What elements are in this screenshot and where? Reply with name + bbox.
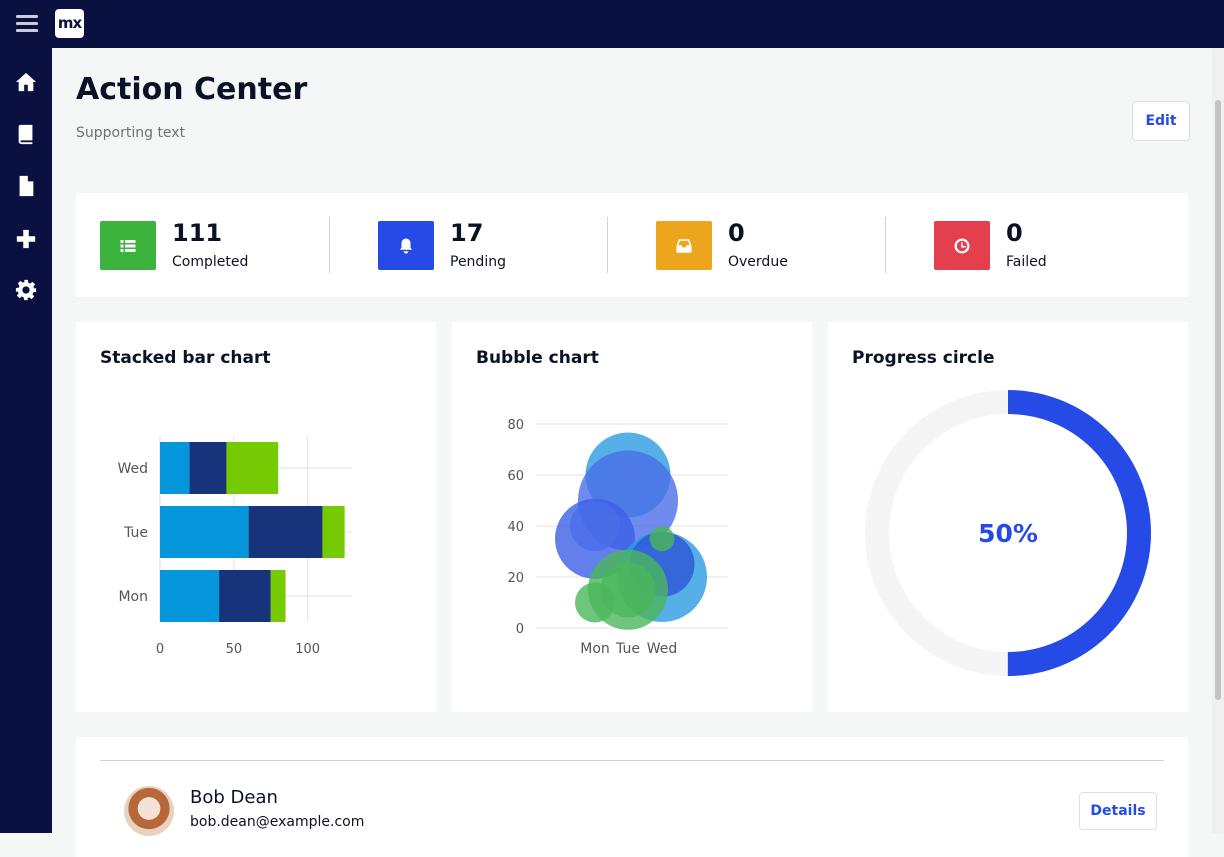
stat-label: Overdue (728, 254, 788, 270)
stat-value: 111 (172, 219, 223, 247)
progress-circle: 50% (865, 390, 1151, 676)
file-icon (19, 175, 34, 197)
book-icon (18, 124, 33, 145)
bubble (575, 582, 615, 623)
bar-segment (322, 506, 345, 558)
sidebar-item-add[interactable] (0, 219, 52, 259)
inbox-icon (676, 238, 692, 253)
tick-label: 100 (295, 642, 320, 657)
app-logo[interactable]: mx (55, 9, 84, 38)
menu-icon[interactable] (16, 13, 38, 35)
main-content: Action Center Supporting text Edit 111 C… (52, 48, 1212, 857)
details-button[interactable]: Details (1079, 792, 1157, 830)
bar-segment (160, 442, 190, 494)
avatar (124, 786, 174, 836)
tick-label: 40 (507, 520, 524, 535)
tick-label: 0 (516, 622, 524, 637)
bar-segment (189, 442, 227, 494)
progress-card: Progress circle 50% (828, 322, 1188, 712)
bubble-card: Bubble chart 0 20 40 60 80 Mon Tue Wed (452, 322, 812, 712)
stat-overdue: 0 Overdue (632, 193, 910, 297)
divider (329, 217, 330, 273)
user-email: bob.dean@example.com (190, 814, 365, 830)
bell-icon (400, 238, 412, 253)
sidebar-item-settings[interactable] (0, 270, 52, 310)
clock-icon (954, 238, 970, 253)
bubble (570, 501, 620, 551)
stacked-bar-card: Stacked bar chart 0 50 100 Mon Tue Wed (76, 322, 436, 712)
stat-label: Completed (172, 254, 249, 270)
bar-segment (160, 506, 249, 558)
tick-label: 0 (156, 642, 164, 657)
list-icon (120, 239, 136, 252)
sidebar (0, 48, 52, 833)
category-label: Tue (615, 641, 640, 657)
scrollbar[interactable] (1212, 48, 1224, 833)
edit-button[interactable]: Edit (1132, 101, 1190, 141)
sidebar-item-home[interactable] (0, 62, 52, 102)
stat-failed: 0 Failed (910, 193, 1188, 297)
scrollbar-thumb[interactable] (1215, 100, 1221, 700)
category-label: Mon (580, 641, 610, 657)
divider (885, 217, 886, 273)
stat-value: 0 (728, 219, 745, 247)
top-bar: mx (0, 0, 1224, 48)
bubble-chart: 0 20 40 60 80 Mon Tue Wed (507, 418, 728, 657)
home-icon (15, 72, 37, 92)
divider (100, 760, 1164, 761)
stat-icon-box (378, 221, 434, 270)
category-label: Tue (123, 525, 148, 541)
bar-segment (160, 570, 220, 622)
stat-label: Failed (1006, 254, 1047, 270)
page-title: Action Center (76, 72, 308, 107)
user-card: Bob Dean bob.dean@example.com Details (76, 737, 1188, 857)
stat-label: Pending (450, 254, 506, 270)
user-name: Bob Dean (190, 787, 278, 808)
stacked-bar-chart: 0 50 100 Mon Tue Wed (117, 436, 352, 657)
stat-icon-box (100, 221, 156, 270)
gear-icon (15, 279, 37, 301)
category-label: Wed (647, 641, 678, 657)
category-label: Mon (118, 589, 148, 605)
category-label: Wed (117, 461, 148, 477)
stat-icon-box (934, 221, 990, 270)
stat-value: 17 (450, 219, 484, 247)
bar-segment (248, 506, 323, 558)
bar-segment (270, 570, 286, 622)
stat-completed: 111 Completed (76, 193, 354, 297)
bubble (649, 526, 675, 552)
tick-label: 60 (507, 469, 524, 484)
stat-value: 0 (1006, 219, 1023, 247)
stat-pending: 17 Pending (354, 193, 632, 297)
stat-icon-box (656, 221, 712, 270)
progress-label: 50% (978, 519, 1038, 548)
stats-bar: 111 Completed 17 Pending 0 Overdue 0 Fai… (76, 193, 1188, 297)
bar-segment (226, 442, 279, 494)
sidebar-item-file[interactable] (0, 166, 52, 206)
plus-icon (16, 229, 36, 249)
bar-segment (219, 570, 271, 622)
page-subtitle: Supporting text (76, 125, 186, 141)
divider (607, 217, 608, 273)
tick-label: 50 (226, 642, 243, 657)
sidebar-item-book[interactable] (0, 114, 52, 154)
tick-label: 20 (507, 571, 524, 586)
tick-label: 80 (507, 418, 524, 433)
